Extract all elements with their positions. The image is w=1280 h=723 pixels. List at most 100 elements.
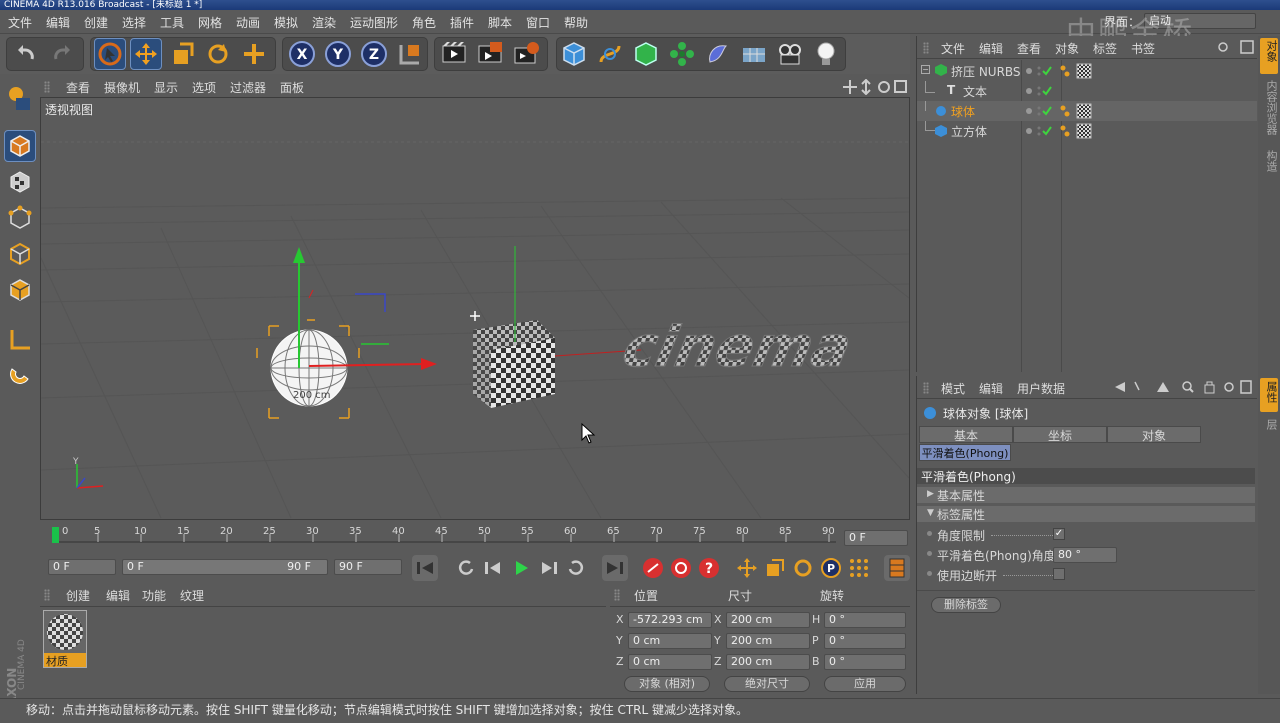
tab-objects-vertical[interactable]: 对象 [1260,38,1278,74]
pos-y-field[interactable]: 0 cm [628,633,712,649]
viewport-menu-camera[interactable]: 摄像机 [104,79,140,96]
key-pla-icon[interactable] [846,555,872,581]
sphere-object[interactable] [256,319,360,419]
point-mode-icon[interactable] [4,202,36,234]
array-icon[interactable] [666,38,698,70]
redo-icon[interactable] [46,38,78,70]
rot-p-field[interactable]: 0 ° [824,633,906,649]
y-axis-icon[interactable]: Y [322,38,354,70]
obj-panel-icons[interactable] [1217,40,1255,54]
render-settings-icon[interactable] [510,38,542,70]
keyframe-help-icon[interactable]: ? [696,555,722,581]
pos-x-field[interactable]: -572.293 cm [628,612,712,628]
coord-system-icon[interactable] [394,38,426,70]
menu-file[interactable]: 文件 [8,14,32,31]
rot-b-field[interactable]: 0 ° [824,654,906,670]
size-z-field[interactable]: 200 cm [726,654,810,670]
cube-icon[interactable] [558,38,590,70]
menu-create[interactable]: 创建 [84,14,108,31]
menu-select[interactable]: 选择 [122,14,146,31]
autokey-icon[interactable] [668,555,694,581]
tab-coordinates[interactable]: 坐标 [1013,426,1107,443]
prev-key-icon[interactable] [452,555,478,581]
range-slider[interactable]: 0 F 90 F [122,559,328,575]
light-icon[interactable] [810,38,842,70]
start-frame-field[interactable]: 0 F [48,559,116,575]
goto-start-icon[interactable] [412,555,438,581]
rotate-icon[interactable] [202,38,234,70]
mat-menu-create[interactable]: 创建 [66,587,90,604]
menu-edit[interactable]: 编辑 [46,14,70,31]
mat-menu-function[interactable]: 功能 [142,587,166,604]
rot-h-field[interactable]: 0 ° [824,612,906,628]
text-object-3d[interactable]: cinema [617,314,858,380]
obj-menu-tag[interactable]: 标签 [1093,40,1117,57]
tab-phong[interactable]: 平滑着色(Phong) [919,444,1011,461]
group-basic-props[interactable]: 基本属性 [917,487,1255,503]
key-move-icon[interactable] [734,555,760,581]
deformer-icon[interactable] [702,38,734,70]
move-icon[interactable] [130,38,162,70]
axis-mode-icon[interactable] [4,324,36,356]
obj-menu-object[interactable]: 对象 [1055,40,1079,57]
play-icon[interactable] [508,555,534,581]
scale-icon[interactable] [166,38,198,70]
mat-menu-texture[interactable]: 纹理 [180,587,204,604]
key-scale-icon[interactable] [762,555,788,581]
menu-script[interactable]: 脚本 [488,14,512,31]
attr-menu-userdata[interactable]: 用户数据 [1017,380,1065,397]
menu-mesh[interactable]: 网格 [198,14,222,31]
render-view-icon[interactable] [438,38,470,70]
mat-menu-edit[interactable]: 编辑 [106,587,130,604]
obj-menu-file[interactable]: 文件 [941,40,965,57]
pos-z-field[interactable]: 0 cm [628,654,712,670]
coord-mode-select[interactable]: 对象 (相对) [624,676,710,692]
x-axis-icon[interactable]: X [286,38,318,70]
tab-content-browser-vertical[interactable]: 内容浏览器 [1260,78,1278,144]
attr-menu-mode[interactable]: 模式 [941,380,965,397]
viewport-menu-view[interactable]: 查看 [66,79,90,96]
tab-attributes-vertical[interactable]: 属性 [1260,378,1278,412]
next-frame-icon[interactable] [536,555,562,581]
spline-icon[interactable] [594,38,626,70]
render-picture-icon[interactable] [474,38,506,70]
prev-frame-icon[interactable] [480,555,506,581]
model-mode-icon[interactable] [4,130,36,162]
menu-tools[interactable]: 工具 [160,14,184,31]
mode-toggle-icon[interactable] [4,82,36,114]
obj-menu-view[interactable]: 查看 [1017,40,1041,57]
angle-limit-checkbox[interactable]: ✓ [1053,528,1065,540]
size-x-field[interactable]: 200 cm [726,612,810,628]
phong-angle-field[interactable]: 80 ° [1053,547,1117,563]
undo-icon[interactable] [10,38,42,70]
camera-icon[interactable] [774,38,806,70]
viewport-menu-options[interactable]: 选项 [192,79,216,96]
add-icon[interactable] [238,38,270,70]
material-swatch[interactable]: 材质 [43,610,87,668]
break-edges-checkbox[interactable] [1053,568,1065,580]
object-visibility-tags[interactable] [1025,62,1105,142]
polygon-mode-icon[interactable] [4,274,36,306]
cube-object[interactable] [473,320,555,408]
menu-plugins[interactable]: 插件 [450,14,474,31]
key-param-icon[interactable]: P [818,555,844,581]
nurbs-icon[interactable] [630,38,662,70]
obj-menu-bookmark[interactable]: 书签 [1131,40,1155,57]
texture-mode-icon[interactable] [4,166,36,198]
attr-nav-icons[interactable] [1113,380,1253,394]
current-frame-field[interactable]: 0 F [844,530,908,546]
key-rotate-icon[interactable] [790,555,816,581]
menu-animate[interactable]: 动画 [236,14,260,31]
collapse-toggle-icon[interactable]: − [921,65,930,74]
menu-help[interactable]: 帮助 [564,14,588,31]
viewport-menu-display[interactable]: 显示 [154,79,178,96]
size-mode-select[interactable]: 绝对尺寸 [724,676,810,692]
z-axis-icon[interactable]: Z [358,38,390,70]
tab-object[interactable]: 对象 [1107,426,1201,443]
tab-structure-vertical[interactable]: 构造 [1260,148,1278,178]
group-tag-props[interactable]: 标签属性 [917,506,1255,522]
menu-character[interactable]: 角色 [412,14,436,31]
timeline-window-icon[interactable] [884,555,910,581]
menu-window[interactable]: 窗口 [526,14,550,31]
timeline[interactable]: 0 5 10 15 20 25 30 35 40 45 50 55 60 65 … [40,522,910,552]
